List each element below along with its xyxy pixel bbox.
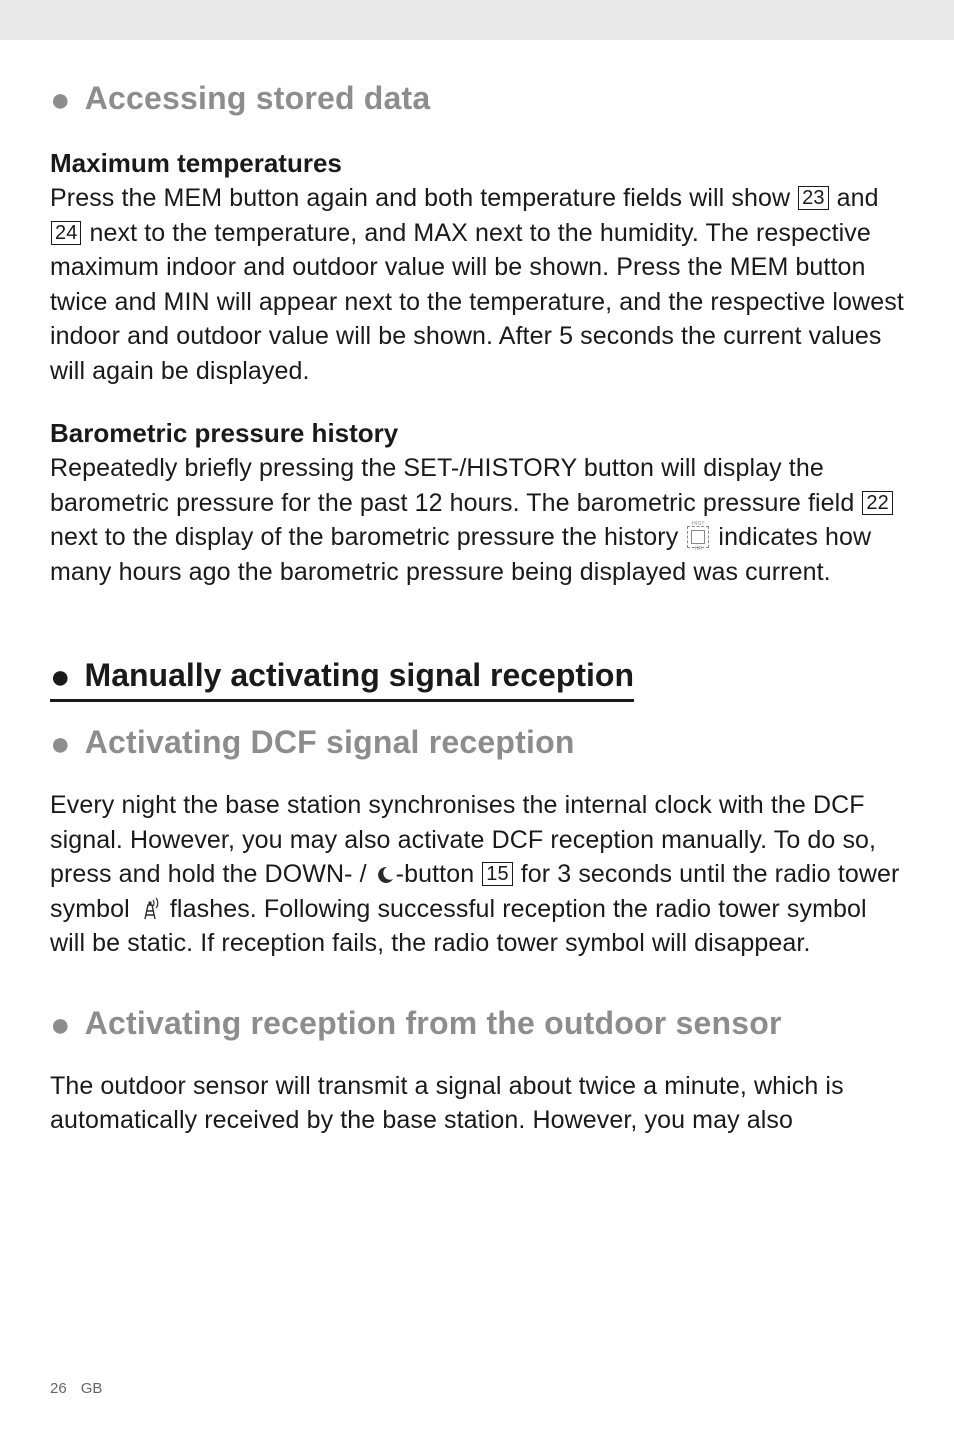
moon-icon (375, 865, 395, 885)
history-field-icon: HISTHR (687, 526, 709, 548)
heading-manual-activation: ● Manually activating signal reception (50, 657, 634, 702)
section-outdoor: The outdoor sensor will transmit a signa… (50, 1069, 904, 1138)
text-segment: Repeatedly briefly pressing the SET-/HIS… (50, 454, 861, 517)
page-content: ● Accessing stored data Maximum temperatu… (0, 40, 954, 1138)
text-segment: flashes. Following successful reception … (50, 895, 867, 958)
top-gray-bar (0, 0, 954, 40)
subheading-max-temp: Maximum temperatures (50, 148, 904, 179)
heading-text: Manually activating signal reception (85, 657, 634, 693)
paragraph-dcf: Every night the base station synchronise… (50, 788, 904, 961)
bullet-icon: ● (50, 725, 71, 763)
icon-label-bottom: HR (688, 546, 708, 553)
paragraph-outdoor: The outdoor sensor will transmit a signa… (50, 1069, 904, 1138)
bullet-icon: ● (50, 658, 71, 696)
section-max-temperatures: Maximum temperatures Press the MEM butto… (50, 148, 904, 388)
reference-box-15: 15 (482, 862, 512, 886)
text-segment: -button (396, 860, 482, 888)
region-code: GB (81, 1380, 103, 1397)
heading-accessing-stored-data: ● Accessing stored data (50, 80, 904, 120)
paragraph-barometric: Repeatedly briefly pressing the SET-/HIS… (50, 451, 904, 589)
reference-box-24: 24 (51, 221, 81, 245)
icon-label-top: HIST (688, 521, 708, 528)
section-dcf: Every night the base station synchronise… (50, 788, 904, 961)
paragraph-max-temp: Press the MEM button again and both temp… (50, 181, 904, 388)
heading-dcf-activation: ● Activating DCF signal reception (50, 724, 904, 764)
heading-text: Accessing stored data (85, 80, 431, 116)
radio-tower-icon (139, 896, 161, 931)
page-footer: 26 GB (50, 1380, 102, 1397)
section-barometric: Barometric pressure history Repeatedly b… (50, 418, 904, 589)
text-segment: Press the MEM button again and both temp… (50, 184, 797, 212)
subheading-barometric: Barometric pressure history (50, 418, 904, 449)
text-segment: and (830, 184, 879, 212)
heading-text: Activating reception from the outdoor se… (85, 1005, 782, 1041)
bullet-icon: ● (50, 81, 71, 119)
page-number: 26 (50, 1380, 67, 1397)
reference-box-22: 22 (862, 491, 892, 515)
text-segment: next to the temperature, and MAX next to… (50, 219, 904, 385)
heading-text: Activating DCF signal reception (85, 724, 575, 760)
bullet-icon: ● (50, 1006, 71, 1044)
text-segment: next to the display of the barometric pr… (50, 523, 685, 551)
heading-outdoor-sensor: ● Activating reception from the outdoor s… (50, 1005, 904, 1045)
reference-box-23: 23 (798, 186, 828, 210)
